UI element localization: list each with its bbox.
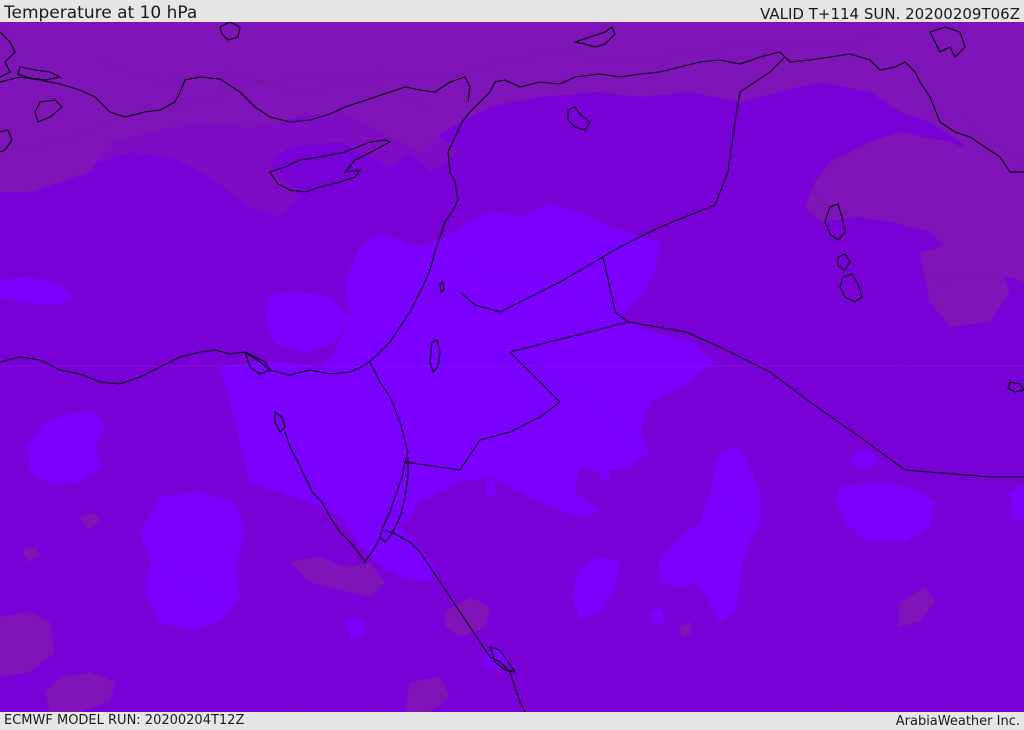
map-title: Temperature at 10 hPa bbox=[4, 3, 198, 23]
model-run: ECMWF MODEL RUN: 20200204T12Z bbox=[4, 713, 245, 728]
map-footer: ECMWF MODEL RUN: 20200204T12Z ArabiaWeat… bbox=[0, 712, 1024, 729]
valid-time: VALID T+114 SUN. 20200209T06Z bbox=[760, 5, 1020, 23]
map-canvas bbox=[0, 22, 1024, 712]
map-header: Temperature at 10 hPa VALID T+114 SUN. 2… bbox=[0, 0, 1024, 23]
weather-map[interactable] bbox=[0, 22, 1024, 712]
credit-label: ArabiaWeather Inc. bbox=[895, 714, 1020, 729]
